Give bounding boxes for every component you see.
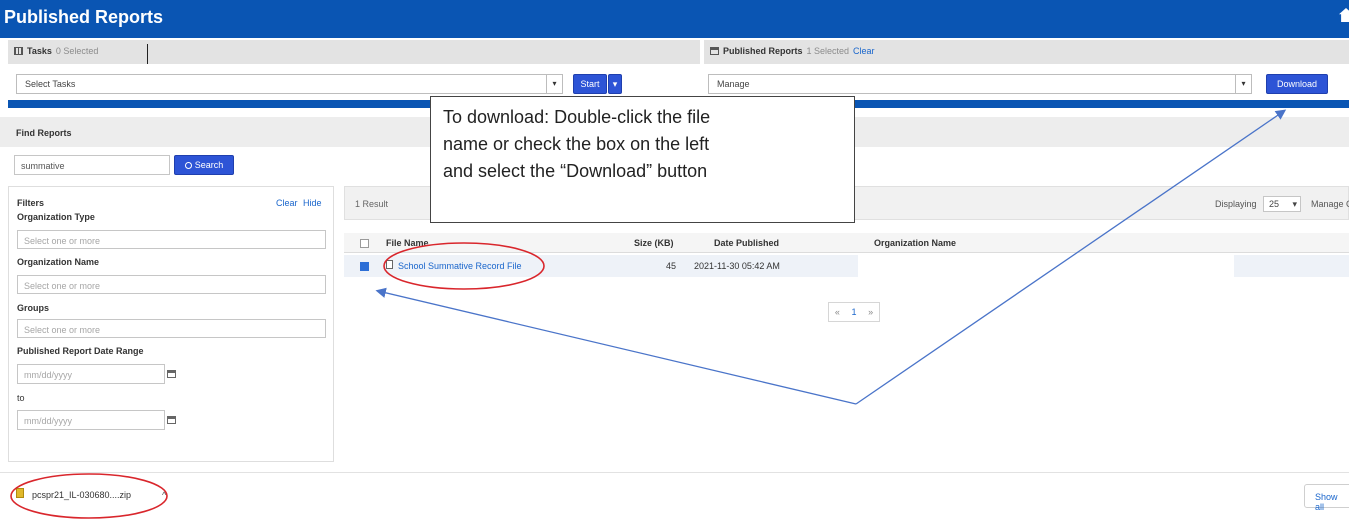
org-name-label: Organization Name bbox=[17, 257, 100, 267]
app-header: Published Reports bbox=[0, 0, 1349, 38]
manage-columns-link[interactable]: Manage Columns bbox=[1311, 199, 1349, 209]
to-label: to bbox=[17, 393, 25, 403]
org-name-select[interactable]: Select one or more bbox=[17, 275, 326, 294]
prev-page-button[interactable]: « bbox=[835, 307, 840, 317]
org-type-select[interactable]: Select one or more bbox=[17, 230, 326, 249]
file-icon bbox=[386, 260, 393, 269]
chevron-up-icon[interactable]: ^ bbox=[162, 490, 166, 500]
manage-dropdown[interactable]: Manage ▾ bbox=[708, 74, 1252, 94]
clear-selection-link[interactable]: Clear bbox=[853, 46, 875, 56]
downloaded-file-name[interactable]: pcspr21_IL-030680....zip bbox=[32, 490, 131, 500]
org-type-label: Organization Type bbox=[17, 212, 95, 222]
date-published: 2021-11-30 05:42 AM bbox=[694, 261, 780, 271]
organization-cell bbox=[858, 255, 1234, 277]
search-input[interactable]: summative bbox=[14, 155, 170, 175]
select-all-checkbox[interactable] bbox=[360, 239, 369, 248]
page-size-select[interactable]: 25 ▾ bbox=[1263, 196, 1301, 212]
start-button[interactable]: Start bbox=[573, 74, 607, 94]
zip-file-icon bbox=[16, 488, 24, 498]
next-page-button[interactable]: » bbox=[868, 307, 873, 317]
column-header[interactable]: Size (KB) bbox=[634, 238, 674, 248]
displaying-label: Displaying bbox=[1215, 199, 1257, 209]
browser-download-bar bbox=[0, 472, 1349, 520]
tasks-selected-count: 0 Selected bbox=[55, 46, 99, 56]
reports-icon bbox=[710, 47, 719, 55]
page-number[interactable]: 1 bbox=[851, 307, 856, 317]
instruction-callout: To download: Double-click the file name … bbox=[430, 96, 855, 223]
date-to-input[interactable]: mm/dd/yyyy bbox=[17, 410, 165, 430]
result-count: 1 Result bbox=[355, 199, 389, 209]
show-all-downloads-button[interactable]: Show all bbox=[1304, 484, 1349, 512]
table-row[interactable]: School Summative Record File 45 2021-11-… bbox=[344, 255, 1349, 277]
select-tasks-value: Select Tasks bbox=[25, 79, 76, 89]
column-header[interactable]: File Name bbox=[386, 238, 429, 248]
page-size-value: 25 bbox=[1269, 199, 1280, 209]
select-tasks-dropdown[interactable]: Select Tasks ▾ bbox=[16, 74, 563, 94]
file-name-link[interactable]: School Summative Record File bbox=[398, 261, 522, 271]
groups-select[interactable]: Select one or more bbox=[17, 319, 326, 338]
column-header[interactable]: Organization Name bbox=[874, 238, 956, 248]
callout-line: To download: Double-click the file bbox=[443, 107, 711, 127]
date-range-label: Published Report Date Range bbox=[17, 346, 144, 356]
reports-label: Published Reports bbox=[723, 46, 803, 56]
calendar-icon[interactable] bbox=[167, 370, 176, 378]
callout-line: and select the “Download” button bbox=[443, 161, 708, 181]
chevron-down-icon: ▾ bbox=[546, 75, 562, 93]
chevron-down-icon: ▾ bbox=[1235, 75, 1251, 93]
text-cursor bbox=[147, 44, 148, 64]
download-button[interactable]: Download bbox=[1266, 74, 1328, 94]
reports-selected-count: 1 Selected bbox=[806, 46, 850, 56]
chevron-down-icon: ▾ bbox=[612, 78, 618, 89]
manage-value: Manage bbox=[717, 79, 750, 89]
callout-line: name or check the box on the left bbox=[443, 134, 710, 154]
search-button[interactable]: Search bbox=[174, 155, 234, 175]
groups-label: Groups bbox=[17, 303, 50, 313]
home-icon[interactable] bbox=[1339, 8, 1349, 22]
clear-filters-link[interactable]: Clear bbox=[276, 198, 298, 208]
date-from-input[interactable]: mm/dd/yyyy bbox=[17, 364, 165, 384]
page-title: Published Reports bbox=[4, 7, 164, 27]
list-icon bbox=[14, 47, 23, 55]
find-reports-label: Find Reports bbox=[16, 128, 72, 138]
filters-title: Filters bbox=[17, 198, 45, 208]
hide-filters-link[interactable]: Hide bbox=[303, 198, 322, 208]
calendar-icon[interactable] bbox=[167, 416, 176, 424]
row-checkbox[interactable] bbox=[360, 262, 369, 271]
search-icon bbox=[184, 161, 192, 169]
reports-panel-header: Published Reports 1 Selected Clear bbox=[704, 40, 1349, 64]
file-size: 45 bbox=[666, 261, 677, 271]
tasks-label: Tasks bbox=[27, 46, 52, 56]
column-header[interactable]: Date Published bbox=[714, 238, 779, 248]
start-dropdown-button[interactable]: ▾ bbox=[608, 74, 622, 94]
chevron-down-icon: ▾ bbox=[1292, 199, 1297, 209]
pagination: « 1 » bbox=[828, 302, 880, 322]
search-button-label: Search bbox=[194, 160, 224, 170]
filters-panel: Filters Clear Hide Organization Type Sel… bbox=[8, 186, 334, 462]
tasks-panel-header: Tasks 0 Selected bbox=[8, 40, 700, 64]
annotation-arrow bbox=[375, 287, 857, 405]
table-header: File Name Size (KB) Date Published Organ… bbox=[344, 233, 1349, 253]
